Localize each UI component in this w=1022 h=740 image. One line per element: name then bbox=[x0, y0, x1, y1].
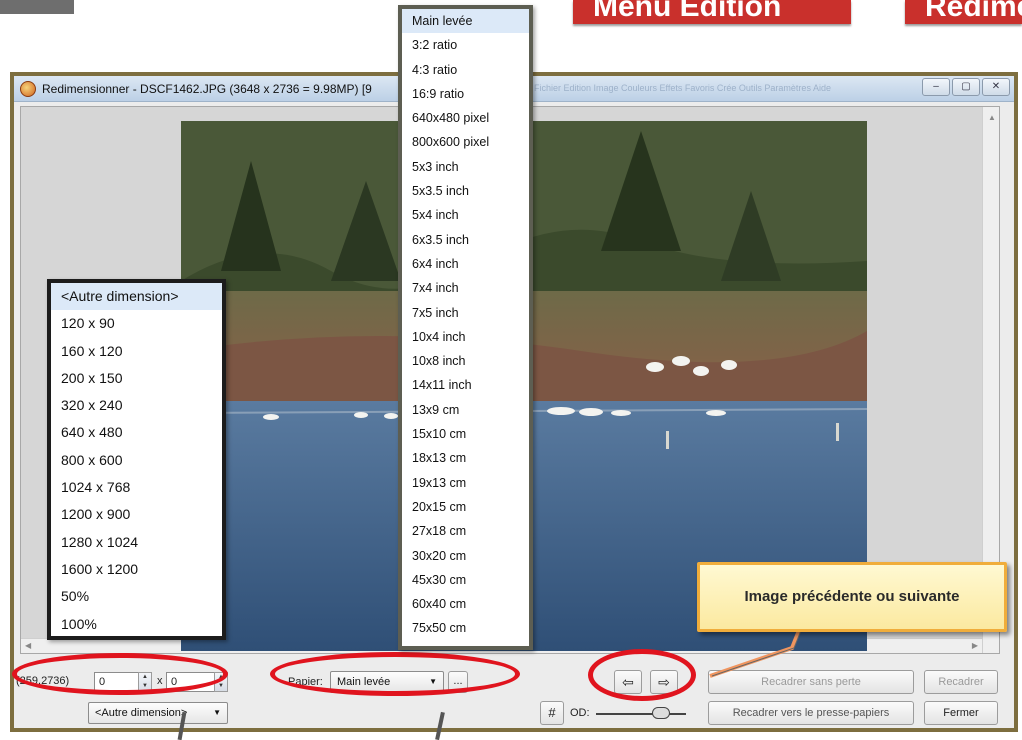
minimize-button[interactable]: – bbox=[922, 78, 950, 96]
paper-option[interactable]: 15x10 cm bbox=[402, 422, 529, 446]
paper-option[interactable]: 30x20 cm bbox=[402, 544, 529, 568]
od-label: OD: bbox=[570, 707, 590, 719]
preset-size-value: <Autre dimension> bbox=[95, 707, 188, 719]
grid-button[interactable]: # bbox=[540, 701, 564, 725]
maximize-button[interactable]: ▢ bbox=[952, 78, 980, 96]
dimension-option[interactable]: 1600 x 1200 bbox=[51, 556, 222, 583]
times-label: x bbox=[157, 675, 163, 687]
od-slider-track[interactable] bbox=[596, 713, 686, 715]
paper-option[interactable]: 4:3 ratio bbox=[402, 58, 529, 82]
dimension-option[interactable]: 800 x 600 bbox=[51, 447, 222, 474]
dimension-option[interactable]: 200 x 150 bbox=[51, 365, 222, 392]
paper-combo-value: Main levée bbox=[337, 676, 391, 688]
paper-option[interactable]: 10x4 inch bbox=[402, 325, 529, 349]
chevron-down-icon: ▼ bbox=[213, 708, 221, 717]
paper-option[interactable]: 5x4 inch bbox=[402, 203, 529, 227]
navigation-callout: Image précédente ou suivante bbox=[697, 562, 1007, 632]
paper-option[interactable]: 60x40 cm bbox=[402, 592, 529, 616]
paper-option[interactable]: 20x15 cm bbox=[402, 495, 529, 519]
paper-label: Papier: bbox=[288, 676, 323, 688]
dimension-option[interactable]: 1024 x 768 bbox=[51, 474, 222, 501]
height-field[interactable]: 0 bbox=[166, 672, 216, 692]
next-image-button[interactable]: ⇨ bbox=[650, 670, 678, 694]
paper-option[interactable]: 640x480 pixel bbox=[402, 106, 529, 130]
menu-bar-ghost: Fichier Edition Image Couleurs Effets Fa… bbox=[534, 83, 831, 93]
dimension-option[interactable]: 640 x 480 bbox=[51, 419, 222, 446]
dims-prefix: (259,2736) bbox=[16, 675, 70, 687]
dimension-option[interactable]: 320 x 240 bbox=[51, 392, 222, 419]
paper-option[interactable]: Main levée bbox=[402, 9, 529, 34]
paper-option[interactable]: 3:2 ratio bbox=[402, 33, 529, 57]
paper-option[interactable]: 7x4 inch bbox=[402, 276, 529, 300]
tutorial-screenshot: Menu Édition Redimensionner Redimensionn… bbox=[0, 0, 1022, 740]
banner-menu-edition: Menu Édition bbox=[573, 0, 851, 24]
dimension-option[interactable]: 1200 x 900 bbox=[51, 501, 222, 528]
crop-to-clipboard-button[interactable]: Recadrer vers le presse-papiers bbox=[708, 701, 914, 725]
height-spinner[interactable]: ▲ ▼ bbox=[214, 672, 228, 692]
banner-redimensionner: Redimensionner bbox=[905, 0, 1022, 24]
dimension-option[interactable]: 160 x 120 bbox=[51, 338, 222, 365]
paper-option[interactable]: 6x4 inch bbox=[402, 252, 529, 276]
width-spinner[interactable]: ▲ ▼ bbox=[138, 672, 152, 692]
od-slider-thumb[interactable] bbox=[652, 707, 670, 719]
chevron-down-icon: ▼ bbox=[429, 677, 437, 686]
paper-option[interactable]: 75x50 cm bbox=[402, 616, 529, 640]
top-left-bar bbox=[0, 0, 74, 14]
paper-option[interactable]: 27x18 cm bbox=[402, 519, 529, 543]
app-icon bbox=[20, 81, 36, 97]
paper-dropdown-list: Main levée 3:2 ratio 4:3 ratio 16:9 ratio 64… bbox=[398, 5, 533, 650]
paper-option[interactable]: 14x11 inch bbox=[402, 373, 529, 397]
paper-option[interactable]: 7x5 inch bbox=[402, 301, 529, 325]
paper-option[interactable]: 18x13 cm bbox=[402, 446, 529, 470]
paper-option[interactable]: 5x3 inch bbox=[402, 155, 529, 179]
close-dialog-button[interactable]: Fermer bbox=[924, 701, 998, 725]
paper-combo[interactable]: Main levée ▼ bbox=[330, 671, 444, 693]
dimension-option[interactable]: 1280 x 1024 bbox=[51, 529, 222, 556]
paper-option[interactable]: 5x3.5 inch bbox=[402, 179, 529, 203]
window-title: Redimensionner - DSCF1462.JPG (3648 x 27… bbox=[42, 82, 372, 96]
preset-size-combo[interactable]: <Autre dimension> ▼ bbox=[88, 702, 228, 724]
dimension-dropdown-list: <Autre dimension> 120 x 90 160 x 120 200 x … bbox=[47, 279, 226, 640]
paper-option[interactable]: 45x30 cm bbox=[402, 568, 529, 592]
paper-option[interactable]: 10x8 inch bbox=[402, 349, 529, 373]
paper-option[interactable]: 16:9 ratio bbox=[402, 82, 529, 106]
paper-option[interactable]: 6x3.5 inch bbox=[402, 228, 529, 252]
paper-options-button[interactable]: ... bbox=[448, 671, 468, 693]
close-button[interactable]: ✕ bbox=[982, 78, 1010, 96]
paper-option[interactable]: 800x600 pixel bbox=[402, 130, 529, 154]
previous-image-button[interactable]: ⇦ bbox=[614, 670, 642, 694]
dimension-option[interactable]: 50% bbox=[51, 583, 222, 610]
paper-option[interactable]: 13x9 cm bbox=[402, 398, 529, 422]
paper-option[interactable]: 19x13 cm bbox=[402, 471, 529, 495]
dimension-option[interactable]: 120 x 90 bbox=[51, 310, 222, 337]
crop-button[interactable]: Recadrer bbox=[924, 670, 998, 694]
dimension-option[interactable]: <Autre dimension> bbox=[51, 283, 222, 311]
dimension-option[interactable]: 100% bbox=[51, 611, 222, 638]
callout-pointer bbox=[709, 628, 803, 678]
